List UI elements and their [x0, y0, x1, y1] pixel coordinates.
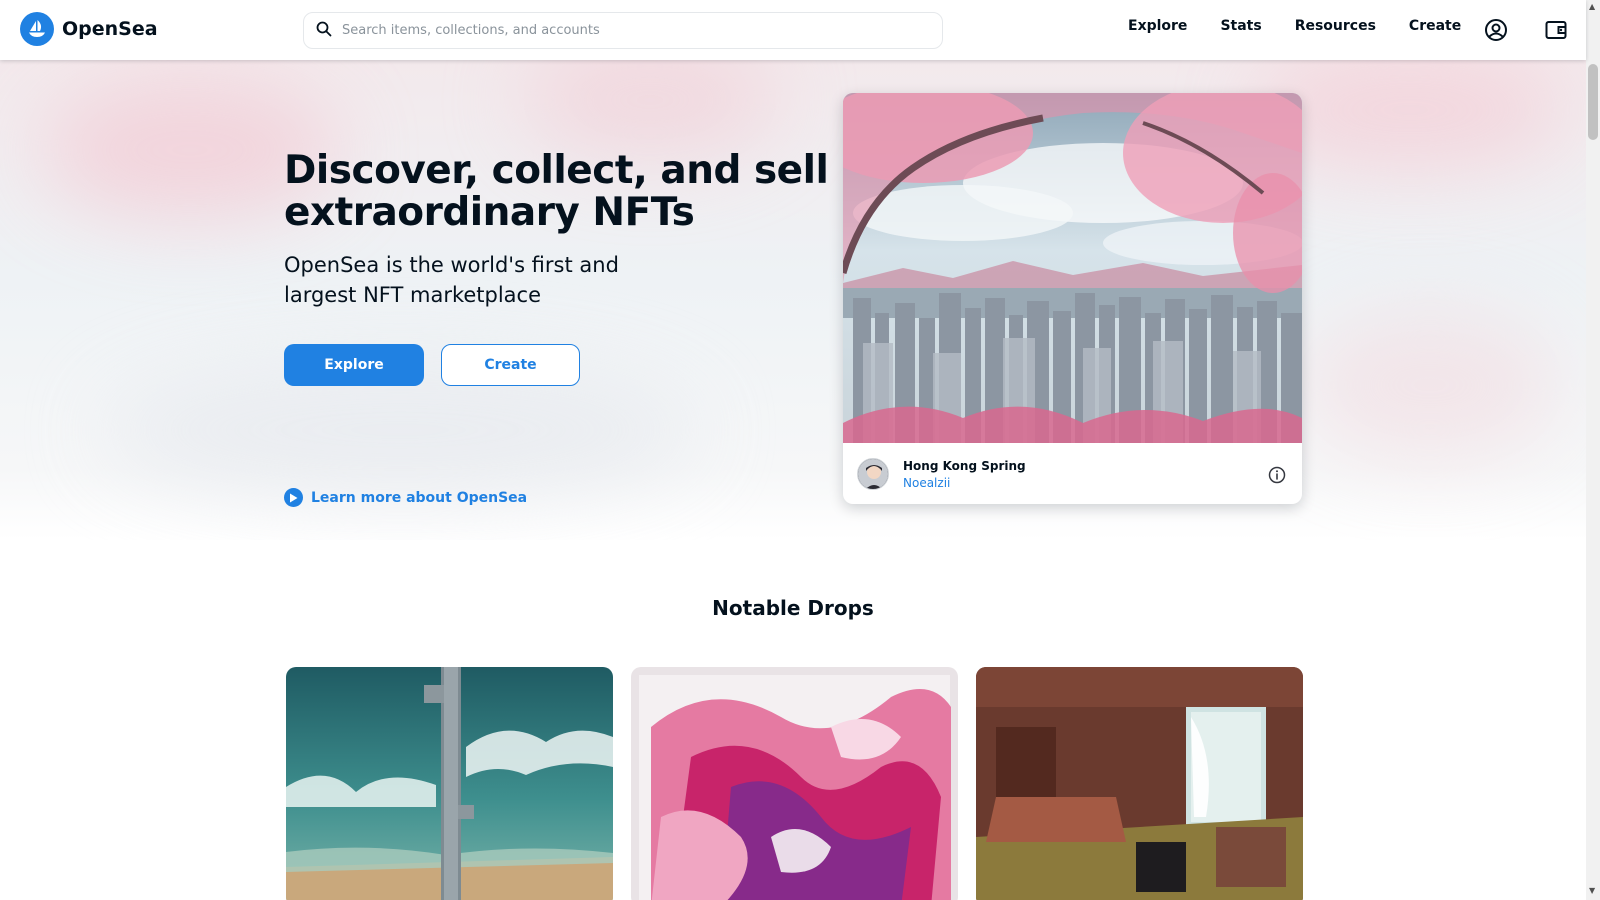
info-icon[interactable] — [1268, 466, 1286, 484]
top-nav-bar: OpenSea Explore Stats Resources Create — [0, 0, 1586, 60]
featured-nft-title[interactable]: Hong Kong Spring — [903, 459, 1026, 473]
featured-nft-creator[interactable]: Noealzii — [903, 476, 950, 490]
creator-avatar[interactable] — [857, 458, 889, 490]
nav-explore[interactable]: Explore — [1128, 18, 1187, 34]
pink-abstract-flowers-image — [631, 667, 958, 900]
hero-subtitle-line: largest NFT marketplace — [284, 283, 542, 307]
hero-title-line: extraordinary NFTs — [284, 190, 695, 235]
hero-title-line: Discover, collect, and sell — [284, 148, 829, 193]
aerial-ocean-pier-image — [286, 667, 613, 900]
hero-section: Discover, collect, and sell extraordinar… — [0, 60, 1586, 540]
notable-drop-card[interactable] — [286, 667, 613, 900]
main-nav: Explore Stats Resources Create — [1128, 18, 1461, 34]
nav-create[interactable]: Create — [1409, 18, 1461, 34]
explore-button[interactable]: Explore — [284, 344, 424, 386]
account-icon[interactable] — [1483, 17, 1509, 43]
featured-nft-image[interactable] — [843, 93, 1302, 443]
opensea-logo[interactable]: OpenSea — [20, 12, 158, 46]
opensea-logo-icon — [20, 12, 54, 46]
hero-bg-blob — [1300, 310, 1560, 460]
vintage-bedroom-image — [976, 667, 1303, 900]
play-icon — [284, 488, 303, 507]
featured-card-footer: Hong Kong Spring Noealzii — [843, 443, 1302, 504]
notable-drop-card[interactable] — [976, 667, 1303, 900]
hero-title: Discover, collect, and sell extraordinar… — [284, 148, 829, 235]
hero-subtitle: OpenSea is the world's first and largest… — [284, 250, 624, 310]
page-scrollbar[interactable]: ▲ ▼ — [1586, 0, 1600, 900]
scroll-down-icon[interactable]: ▼ — [1589, 886, 1595, 895]
create-button[interactable]: Create — [441, 344, 580, 386]
scrollbar-thumb[interactable] — [1588, 64, 1598, 140]
learn-more-label: Learn more about OpenSea — [311, 489, 528, 506]
wallet-icon[interactable] — [1543, 17, 1569, 43]
search-bar[interactable] — [303, 12, 943, 49]
logo-text: OpenSea — [62, 18, 158, 40]
scroll-up-icon[interactable]: ▲ — [1589, 2, 1595, 11]
notable-drop-card[interactable] — [631, 667, 958, 900]
notable-drops-title: Notable Drops — [712, 596, 874, 620]
search-input[interactable] — [342, 23, 902, 38]
nav-resources[interactable]: Resources — [1295, 18, 1376, 34]
learn-more-link[interactable]: Learn more about OpenSea — [284, 488, 527, 507]
search-icon — [316, 21, 332, 41]
hero-subtitle-line: OpenSea is the world's first and — [284, 253, 619, 277]
hero-bg-blob — [520, 60, 780, 160]
nav-stats[interactable]: Stats — [1220, 18, 1261, 34]
featured-nft-card[interactable]: Hong Kong Spring Noealzii — [843, 93, 1302, 504]
